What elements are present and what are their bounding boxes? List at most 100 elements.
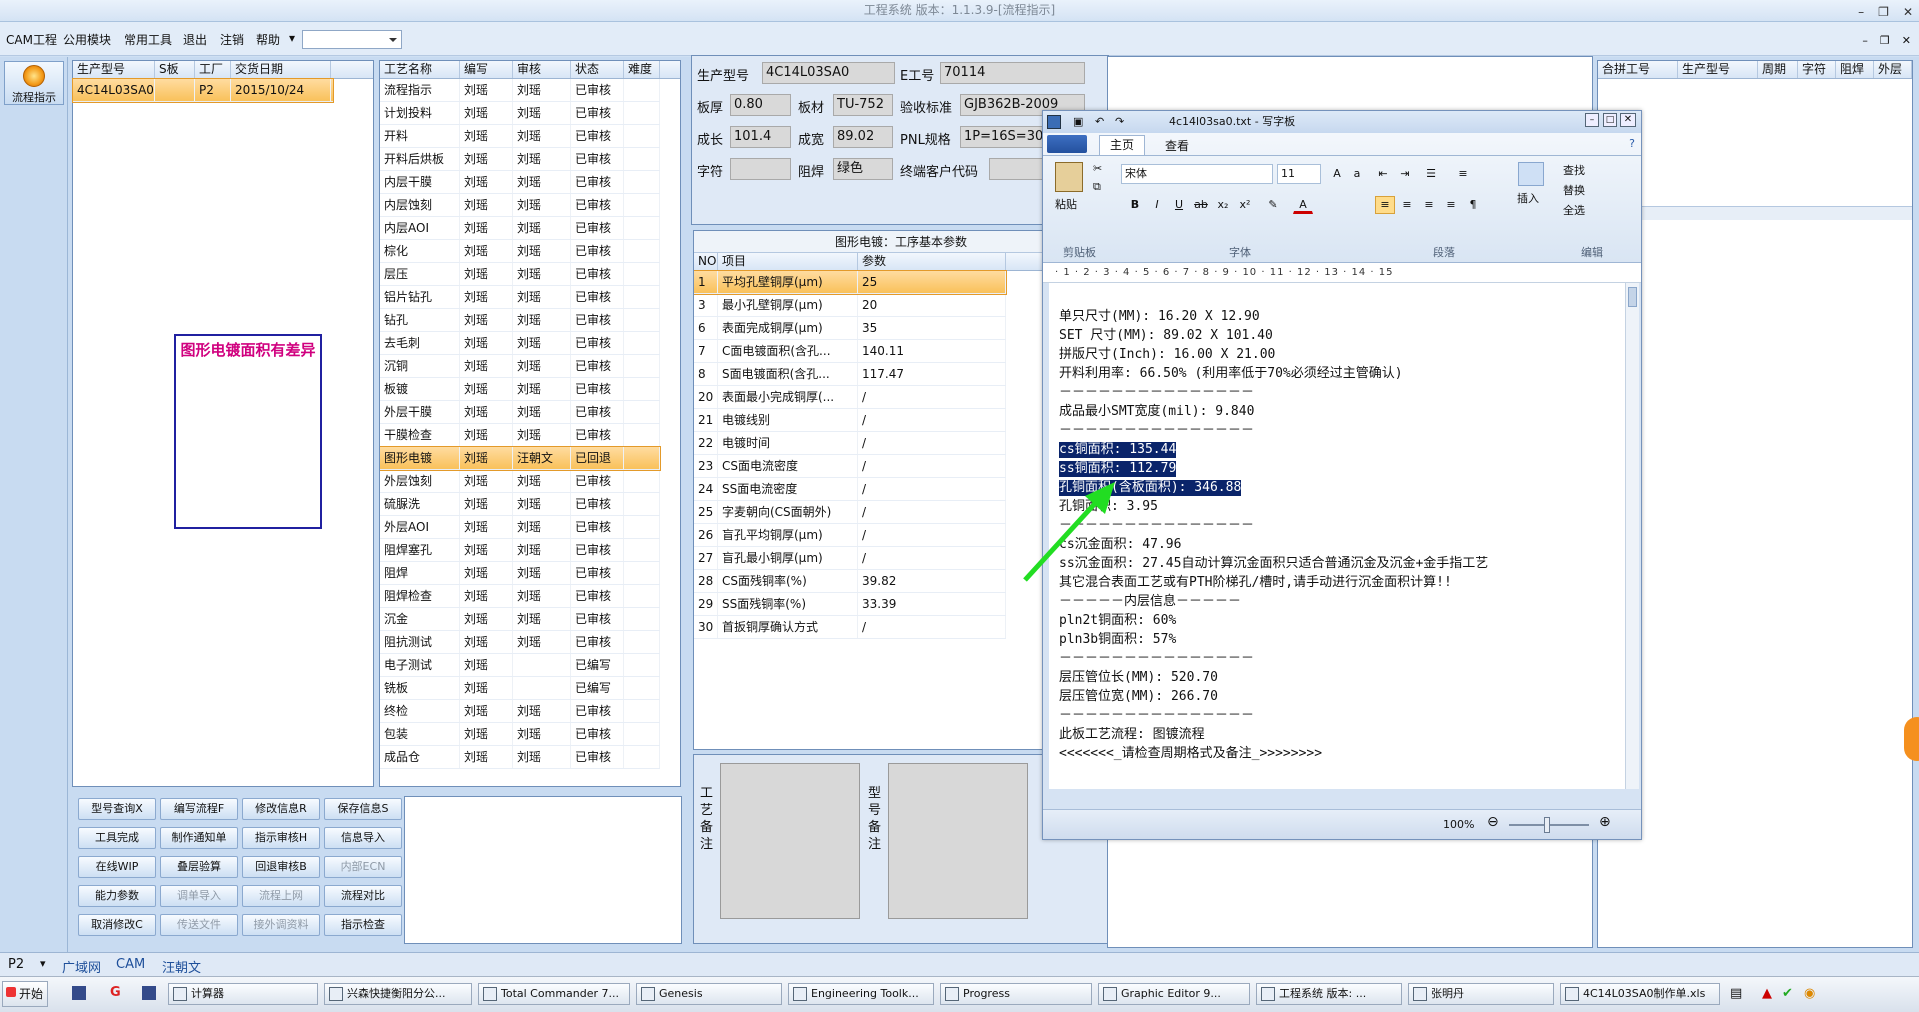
taskbar-item[interactable]: 兴森快捷衡阳分公... bbox=[324, 983, 472, 1005]
table-row[interactable]: 26 盲孔平均铜厚(μm) / bbox=[694, 524, 1006, 547]
col-merge-char[interactable]: 字符 bbox=[1798, 61, 1836, 78]
document-line[interactable]: －－－－－内层信息－－－－－ bbox=[1059, 594, 1241, 610]
document-area[interactable]: 单只尺寸(MM): 16.20 X 12.90 SET 尺寸(MM): 89.02… bbox=[1049, 283, 1625, 789]
wp-minimize-icon[interactable]: – bbox=[1585, 113, 1599, 127]
action-button[interactable]: 调单导入 bbox=[160, 885, 238, 907]
bullets-icon[interactable]: ☰ bbox=[1421, 165, 1441, 183]
document-line[interactable]: pln2t铜面积: 60% bbox=[1059, 613, 1176, 629]
table-row[interactable]: 图形电镀 刘瑶 汪朝文 已回退 bbox=[380, 446, 661, 471]
merge-hscroll[interactable] bbox=[1598, 206, 1912, 220]
col-process[interactable]: 工艺名称 bbox=[380, 61, 460, 78]
tab-wan[interactable]: 广域网 bbox=[62, 957, 101, 976]
document-line[interactable]: cs铜面积: 135.44 bbox=[1059, 442, 1177, 458]
table-row[interactable]: 电子测试 刘瑶 已编写 bbox=[380, 654, 660, 677]
table-row[interactable]: 1 平均孔壁铜厚(μm) 25 bbox=[694, 270, 1007, 295]
action-button[interactable]: 指示检查 bbox=[324, 914, 402, 936]
table-row[interactable]: 6 表面完成铜厚(μm) 35 bbox=[694, 317, 1006, 340]
grow-font-icon[interactable]: A bbox=[1327, 165, 1347, 183]
justify-icon[interactable]: ≡ bbox=[1441, 196, 1461, 214]
table-row[interactable]: 开料 刘瑶 刘瑶 已审核 bbox=[380, 125, 660, 148]
insert-icon[interactable] bbox=[1518, 162, 1544, 186]
quicklaunch-icon-1[interactable] bbox=[72, 986, 86, 1000]
taskbar-item[interactable]: Engineering Toolk... bbox=[788, 983, 934, 1005]
find-button[interactable]: 查找 bbox=[1563, 162, 1585, 178]
mdi-minimize-icon[interactable]: – bbox=[1862, 34, 1868, 47]
menu-logout[interactable]: 注销 bbox=[220, 31, 244, 48]
table-row[interactable]: 28 CS面残铜率(%) 39.82 bbox=[694, 570, 1006, 593]
action-button[interactable]: 型号查询X bbox=[78, 798, 156, 820]
document-line[interactable]: 此板工艺流程: 图镀流程 bbox=[1059, 727, 1205, 743]
wp-close-icon[interactable]: ✕ bbox=[1620, 113, 1636, 127]
tray-icon-1[interactable]: ▤ bbox=[1730, 986, 1742, 1001]
tab-cam[interactable]: CAM bbox=[116, 957, 145, 972]
action-button[interactable]: 回退审核B bbox=[242, 856, 320, 878]
table-row[interactable]: 流程指示 刘瑶 刘瑶 已审核 bbox=[380, 79, 660, 102]
table-row[interactable]: 外层AOI 刘瑶 刘瑶 已审核 bbox=[380, 516, 660, 539]
shrink-font-icon[interactable]: a bbox=[1347, 165, 1367, 183]
process-indicator-button[interactable]: 流程指示 bbox=[4, 61, 64, 105]
taskbar-item[interactable]: Genesis bbox=[636, 983, 782, 1005]
table-row[interactable]: 板镀 刘瑶 刘瑶 已审核 bbox=[380, 378, 660, 401]
bold-icon[interactable]: B bbox=[1125, 196, 1145, 214]
table-row[interactable]: 硫脲洗 刘瑶 刘瑶 已审核 bbox=[380, 493, 660, 516]
taskbar-item[interactable]: Progress bbox=[940, 983, 1092, 1005]
material-field[interactable]: TU-752 bbox=[833, 94, 893, 116]
mask-field[interactable]: 绿色 bbox=[833, 158, 893, 180]
app-menu-button[interactable] bbox=[1047, 135, 1087, 153]
paste-icon[interactable] bbox=[1055, 162, 1083, 192]
line-spacing-icon[interactable]: ≡ bbox=[1453, 165, 1473, 183]
process-remark-box[interactable] bbox=[720, 763, 860, 919]
col-difficulty[interactable]: 难度 bbox=[624, 61, 660, 78]
ruler[interactable]: · 1 · 2 · 3 · 4 · 5 · 6 · 7 · 8 · 9 · 10… bbox=[1043, 263, 1641, 283]
floating-badge[interactable] bbox=[1904, 717, 1919, 761]
scroll-thumb[interactable] bbox=[1628, 287, 1637, 307]
table-row[interactable]: 25 字麦朝向(CS面朝外) / bbox=[694, 501, 1006, 524]
taskbar-item[interactable]: 4C14L03SA0制作单.xls bbox=[1560, 983, 1720, 1005]
select-all-button[interactable]: 全选 bbox=[1563, 202, 1585, 218]
document-line[interactable]: SET 尺寸(MM): 89.02 X 101.40 bbox=[1059, 328, 1273, 344]
table-row[interactable]: 内层干膜 刘瑶 刘瑶 已审核 bbox=[380, 171, 660, 194]
mdi-restore-icon[interactable]: ❐ bbox=[1880, 34, 1890, 47]
table-row[interactable]: 30 首扳铜厚确认方式 / bbox=[694, 616, 1006, 639]
font-name-select[interactable]: 宋体 bbox=[1121, 164, 1273, 184]
table-row[interactable]: 铝片钻孔 刘瑶 刘瑶 已审核 bbox=[380, 286, 660, 309]
table-row[interactable]: 沉铜 刘瑶 刘瑶 已审核 bbox=[380, 355, 660, 378]
table-row[interactable]: 成品仓 刘瑶 刘瑶 已审核 bbox=[380, 746, 660, 769]
table-row[interactable]: 去毛刺 刘瑶 刘瑶 已审核 bbox=[380, 332, 660, 355]
p2-dropdown-icon[interactable]: ▾ bbox=[40, 957, 46, 970]
action-button[interactable]: 能力参数 bbox=[78, 885, 156, 907]
save-icon[interactable]: ▣ bbox=[1073, 111, 1083, 133]
table-row[interactable]: 阻焊塞孔 刘瑶 刘瑶 已审核 bbox=[380, 539, 660, 562]
action-button[interactable]: 传送文件 bbox=[160, 914, 238, 936]
maximize-icon[interactable]: ❐ bbox=[1878, 2, 1889, 22]
col-model[interactable]: 生产型号 bbox=[73, 61, 155, 78]
table-row[interactable]: 3 最小孔壁铜厚(μm) 20 bbox=[694, 294, 1006, 317]
col-merge-outer[interactable]: 外层 bbox=[1874, 61, 1912, 78]
copy-icon[interactable]: ⧉ bbox=[1093, 180, 1101, 194]
table-row[interactable]: 20 表面最小完成铜厚(... / bbox=[694, 386, 1006, 409]
quicklaunch-icon-2[interactable]: G bbox=[110, 986, 124, 1000]
paragraph-icon[interactable]: ¶ bbox=[1463, 196, 1483, 214]
highlight-icon[interactable]: ✎ bbox=[1263, 196, 1283, 214]
action-button[interactable]: 信息导入 bbox=[324, 827, 402, 849]
action-button[interactable]: 内部ECN bbox=[324, 856, 402, 878]
superscript-icon[interactable]: x² bbox=[1235, 196, 1255, 214]
menu-public[interactable]: 公用模块 bbox=[63, 31, 111, 48]
model-field[interactable]: 4C14L03SA0 bbox=[762, 62, 895, 84]
zoom-in-icon[interactable]: ⊕ bbox=[1599, 814, 1611, 830]
col-status[interactable]: 状态 bbox=[571, 61, 624, 78]
action-button[interactable]: 流程上网 bbox=[242, 885, 320, 907]
col-factory[interactable]: 工厂 bbox=[195, 61, 231, 78]
table-row[interactable]: 干膜检查 刘瑶 刘瑶 已审核 bbox=[380, 424, 660, 447]
close-icon[interactable]: ✕ bbox=[1903, 2, 1913, 22]
align-right-icon[interactable]: ≡ bbox=[1419, 196, 1439, 214]
minimize-icon[interactable]: – bbox=[1858, 2, 1864, 22]
table-row[interactable]: 阻抗测试 刘瑶 刘瑶 已审核 bbox=[380, 631, 660, 654]
document-line[interactable]: 开料利用率: 66.50% (利用率低于70%必须经过主管确认) bbox=[1059, 366, 1403, 382]
table-row[interactable]: 铣板 刘瑶 已编写 bbox=[380, 677, 660, 700]
paste-label[interactable]: 粘贴 bbox=[1055, 196, 1077, 212]
table-row[interactable]: 29 SS面残铜率(%) 33.39 bbox=[694, 593, 1006, 616]
table-row[interactable]: 计划投料 刘瑶 刘瑶 已审核 bbox=[380, 102, 660, 125]
italic-icon[interactable]: I bbox=[1147, 196, 1167, 214]
replace-button[interactable]: 替换 bbox=[1563, 182, 1585, 198]
